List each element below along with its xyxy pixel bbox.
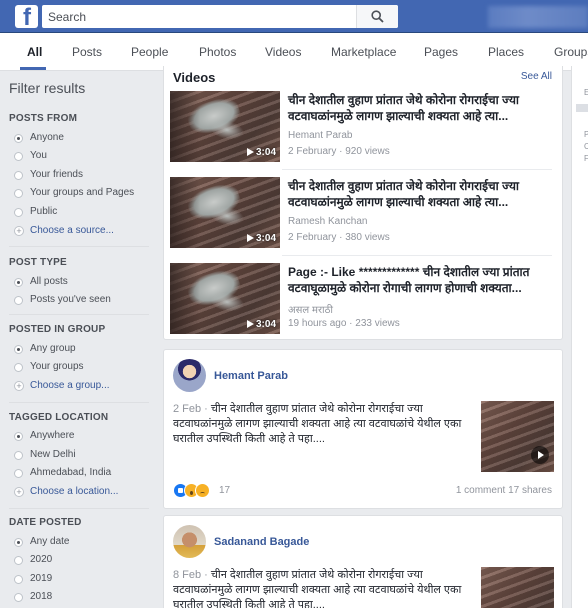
search-box	[42, 5, 398, 28]
video-source[interactable]: Hemant Parab	[288, 130, 352, 141]
video-meta: 2 February · 380 views	[288, 232, 390, 243]
video-duration: 3:04	[246, 147, 276, 158]
filter-heading-posted-in-group: POSTED IN GROUP	[9, 324, 106, 335]
play-icon	[246, 234, 254, 242]
plus-icon: +	[14, 226, 24, 236]
video-meta: 19 hours ago · 233 views	[288, 318, 400, 329]
radio-selected[interactable]	[14, 538, 23, 547]
video-thumbnail[interactable]: 3:04	[170, 263, 280, 334]
blurred-profile-area	[488, 6, 588, 28]
tab-all[interactable]: All	[27, 45, 42, 59]
divider	[9, 508, 149, 509]
post-author[interactable]: Sadanand Bagade	[214, 536, 309, 548]
play-icon	[531, 446, 549, 464]
play-icon	[246, 320, 254, 328]
tab-people[interactable]: People	[131, 45, 168, 59]
video-item[interactable]: 3:04 चीन देशातील वुहाण प्रांतात जेथे कोर…	[170, 177, 558, 249]
facebook-logo-icon[interactable]: f	[15, 5, 38, 28]
radio[interactable]	[14, 296, 23, 305]
tab-marketplace[interactable]: Marketplace	[331, 45, 396, 59]
right-column: E P C F	[571, 66, 588, 608]
radio-selected[interactable]	[14, 278, 23, 287]
post-date[interactable]: 8 Feb ·	[173, 569, 211, 581]
radio-selected[interactable]	[14, 134, 23, 143]
post-video-thumbnail[interactable]	[481, 567, 554, 608]
post-video-thumbnail[interactable]	[481, 401, 554, 472]
divider	[9, 246, 149, 247]
tab-videos[interactable]: Videos	[265, 45, 301, 59]
right-col-letter: P	[584, 130, 588, 139]
post-text: 8 Feb · चीन देशातील वुहाण प्रांतात जेथे …	[173, 569, 462, 608]
video-title[interactable]: चीन देशातील वुहाण प्रांतात जेथे कोरोना र…	[288, 178, 552, 210]
radio-selected[interactable]	[14, 345, 23, 354]
post-card: Hemant Parab 2 Feb · चीन देशातील वुहाण प…	[163, 349, 563, 509]
radio[interactable]	[14, 363, 23, 372]
video-duration: 3:04	[246, 233, 276, 244]
search-icon	[371, 10, 384, 23]
right-col-letter: C	[584, 142, 588, 151]
placeholder-line	[576, 104, 588, 112]
radio-selected[interactable]	[14, 432, 23, 441]
tab-groups[interactable]: Groups	[554, 45, 588, 59]
filter-heading-post-type: POST TYPE	[9, 257, 67, 268]
play-icon	[246, 148, 254, 156]
tab-pages[interactable]: Pages	[424, 45, 458, 59]
avatar[interactable]	[173, 359, 206, 392]
video-source[interactable]: Ramesh Kanchan	[288, 216, 368, 227]
video-item[interactable]: 3:04 चीन देशातील वुहाण प्रांतात जेथे कोर…	[170, 91, 558, 163]
video-source[interactable]: असल मराठी	[288, 302, 333, 316]
search-input[interactable]	[42, 5, 362, 28]
video-thumbnail[interactable]: 3:04	[170, 177, 280, 248]
videos-heading: Videos	[173, 70, 216, 85]
video-title[interactable]: Page :- Like ************* चीन देशातील ज…	[288, 264, 552, 296]
post-card: Sadanand Bagade 8 Feb · चीन देशातील वुहा…	[163, 515, 563, 608]
video-item[interactable]: 3:04 Page :- Like ************* चीन देशा…	[170, 263, 558, 335]
videos-card: Videos See All 3:04 चीन देशातील वुहाण प्…	[163, 66, 563, 340]
radio[interactable]	[14, 451, 23, 460]
search-button[interactable]	[356, 5, 398, 28]
sad-reaction-icon	[195, 483, 210, 498]
filter-heading-posts-from: POSTS FROM	[9, 113, 78, 124]
see-all-link[interactable]: See All	[521, 71, 552, 82]
avatar[interactable]	[173, 525, 206, 558]
plus-icon: +	[14, 381, 24, 391]
video-thumbnail[interactable]: 3:04	[170, 91, 280, 162]
radio[interactable]	[14, 171, 23, 180]
radio[interactable]	[14, 575, 23, 584]
radio[interactable]	[14, 469, 23, 478]
radio[interactable]	[14, 556, 23, 565]
video-title[interactable]: चीन देशातील वुहाण प्रांतात जेथे कोरोना र…	[288, 92, 552, 124]
post-stats[interactable]: 1 comment 17 shares	[456, 485, 552, 496]
radio[interactable]	[14, 593, 23, 602]
divider	[9, 314, 149, 315]
tab-photos[interactable]: Photos	[199, 45, 236, 59]
radio[interactable]	[14, 152, 23, 161]
post-author[interactable]: Hemant Parab	[214, 370, 288, 382]
tab-places[interactable]: Places	[488, 45, 524, 59]
post-text: 2 Feb · चीन देशातील वुहाण प्रांतात जेथे …	[173, 403, 462, 445]
radio[interactable]	[14, 208, 23, 217]
right-col-letter: E	[584, 88, 588, 97]
filter-results-title: Filter results	[9, 80, 86, 96]
filter-heading-tagged-location: TAGGED LOCATION	[9, 412, 109, 423]
divider	[282, 255, 552, 256]
plus-icon: +	[14, 487, 24, 497]
divider	[9, 402, 149, 403]
divider	[282, 169, 552, 170]
video-meta: 2 February · 920 views	[288, 146, 390, 157]
post-date[interactable]: 2 Feb ·	[173, 403, 211, 415]
top-bar: f	[0, 0, 588, 33]
tab-posts[interactable]: Posts	[72, 45, 102, 59]
right-col-letter: F	[584, 154, 588, 163]
video-duration: 3:04	[246, 319, 276, 330]
radio[interactable]	[14, 189, 23, 198]
filter-heading-date-posted: DATE POSTED	[9, 517, 82, 528]
active-tab-indicator	[20, 67, 46, 70]
reaction-count[interactable]: 17	[219, 485, 230, 496]
